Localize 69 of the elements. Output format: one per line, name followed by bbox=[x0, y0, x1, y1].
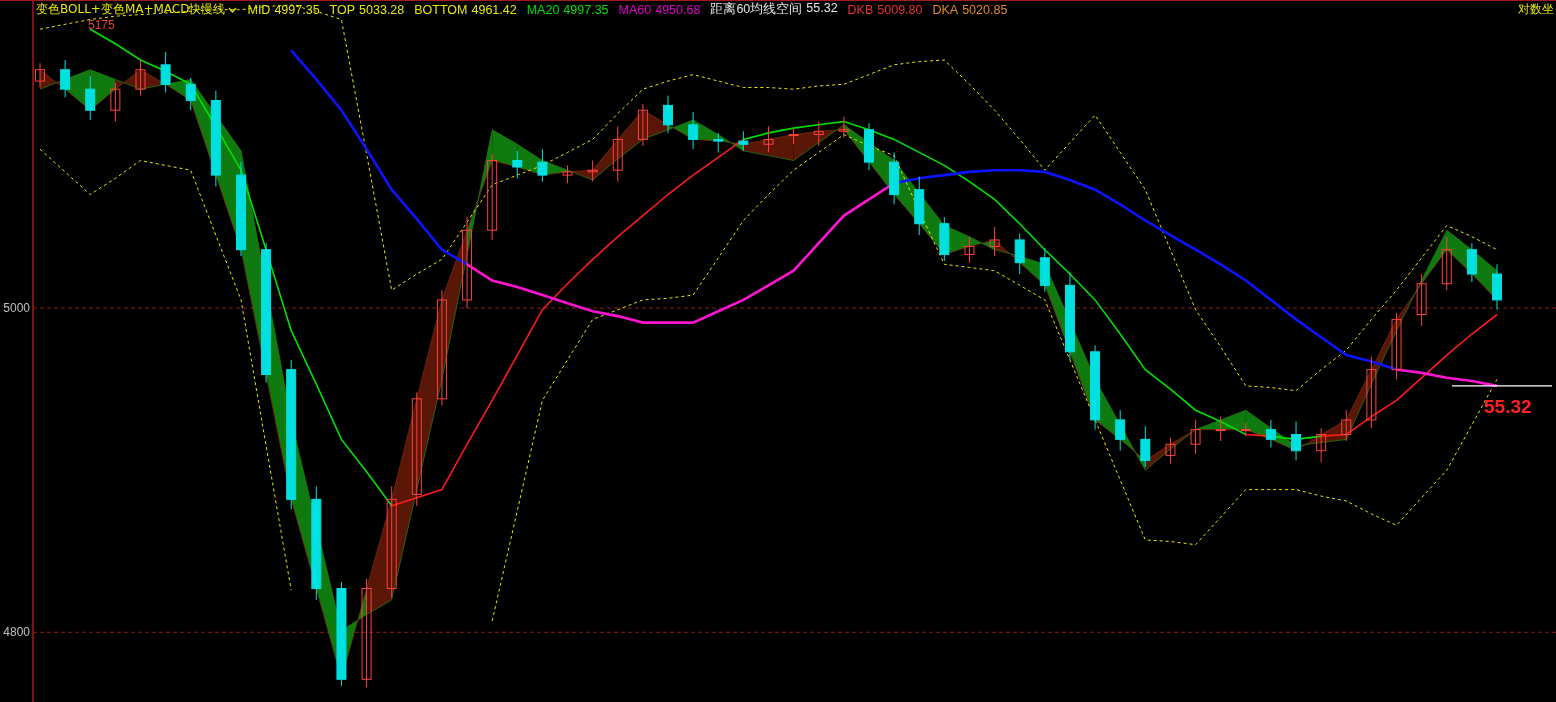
candlestick bbox=[1240, 422, 1251, 437]
candlestick bbox=[1391, 312, 1402, 380]
readout-value: 5033.28 bbox=[359, 2, 405, 17]
candlestick bbox=[1441, 236, 1452, 291]
candlestick bbox=[1014, 232, 1025, 275]
candlestick bbox=[989, 226, 1000, 257]
candlestick bbox=[110, 82, 121, 123]
candlestick bbox=[964, 236, 975, 264]
y-axis-label: 5000 bbox=[3, 301, 30, 316]
ribbon-fill bbox=[718, 134, 744, 151]
candlestick bbox=[512, 150, 523, 179]
readout-value: 4997.35 bbox=[274, 2, 320, 17]
caret-icon bbox=[228, 6, 238, 13]
candlestick bbox=[713, 132, 724, 153]
candlestick bbox=[1140, 425, 1151, 468]
candlestick bbox=[1316, 427, 1327, 463]
candlestick bbox=[688, 111, 699, 150]
y-axis-label: 4800 bbox=[3, 625, 30, 640]
readout-value: 55.32 bbox=[806, 1, 838, 17]
candlestick bbox=[612, 125, 623, 183]
readout-label: TOP bbox=[329, 2, 356, 17]
candlestick bbox=[738, 130, 749, 152]
candlestick bbox=[1265, 419, 1276, 448]
readout-value: 4950.68 bbox=[655, 2, 701, 17]
readout-value: 4997.35 bbox=[563, 2, 609, 17]
candlestick bbox=[1492, 263, 1502, 311]
candlestick bbox=[1190, 419, 1201, 455]
candlestick bbox=[587, 160, 598, 183]
candlestick bbox=[1466, 242, 1477, 283]
readout-value: 5009.80 bbox=[877, 2, 923, 17]
candlestick bbox=[763, 125, 774, 153]
candlestick bbox=[85, 75, 96, 121]
readout-label: DKA bbox=[932, 2, 959, 17]
candlestick bbox=[939, 216, 950, 262]
candlestick bbox=[838, 116, 849, 139]
candlestick bbox=[60, 59, 71, 98]
high-label: 5175 bbox=[88, 18, 115, 32]
candlestick bbox=[813, 121, 824, 147]
readout-value: 5020.85 bbox=[962, 2, 1008, 17]
gap-value: 55.32 bbox=[1484, 395, 1532, 417]
ribbon-fill bbox=[1421, 230, 1447, 284]
candlestick bbox=[1115, 409, 1126, 452]
readout-value: 4961.42 bbox=[471, 2, 517, 17]
candlestick bbox=[1291, 421, 1302, 461]
readout-label: MA60 bbox=[618, 2, 652, 17]
candlestick bbox=[135, 59, 146, 97]
candlestick bbox=[1165, 437, 1176, 465]
readout-label: 距离60均线空间 bbox=[710, 1, 803, 18]
candlestick bbox=[663, 95, 673, 134]
readout-label: BOTTOM bbox=[414, 2, 468, 17]
candlestick bbox=[185, 77, 196, 111]
candlestick bbox=[889, 151, 900, 205]
candlestick bbox=[914, 176, 925, 236]
readout-label: MA20 bbox=[526, 2, 560, 17]
indicator-dropdown[interactable]: 变色BOLL+变色MA+MACD快慢线 bbox=[36, 1, 238, 18]
candlestick bbox=[562, 164, 573, 184]
candlestick bbox=[788, 127, 799, 145]
readout-label: MID bbox=[247, 2, 271, 17]
candlestick bbox=[537, 148, 548, 183]
candlestick bbox=[1215, 416, 1226, 442]
log-scale-toggle[interactable]: 对数坐 bbox=[1518, 1, 1554, 18]
candlestick bbox=[1039, 247, 1050, 293]
candlestick bbox=[1416, 273, 1427, 327]
candlestick bbox=[864, 122, 874, 171]
readout-label: DKB bbox=[847, 2, 874, 17]
candlestick bbox=[1341, 409, 1352, 442]
candlestick bbox=[637, 103, 648, 147]
candlestick bbox=[35, 62, 45, 89]
candlestick bbox=[160, 51, 171, 93]
